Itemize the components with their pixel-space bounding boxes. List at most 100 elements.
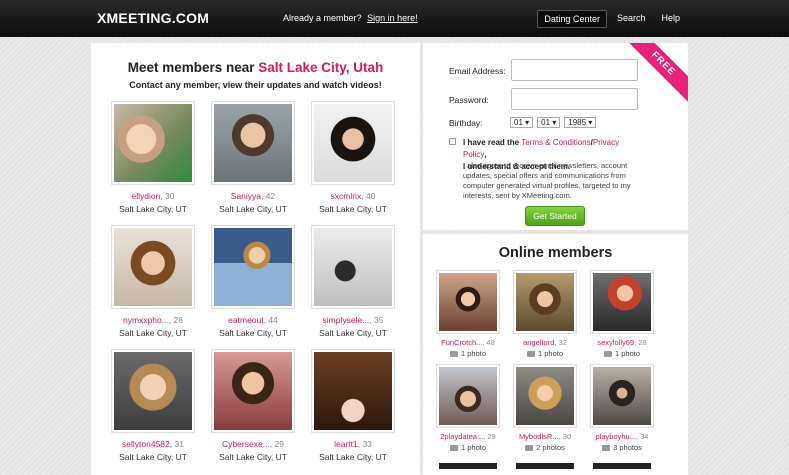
city-name: Salt Lake City, Utah: [258, 60, 384, 75]
birthday-month-select[interactable]: 01 ▾: [510, 117, 534, 128]
member-photo-image: [114, 352, 192, 430]
nav-dating-center[interactable]: Dating Center: [537, 10, 607, 28]
member-card: eatmeout, 44 Salt Lake City, UT: [211, 225, 295, 347]
online-member-age: , 29: [483, 432, 496, 441]
photo-count: 1 photo: [513, 349, 577, 358]
member-name-link[interactable]: leartt1: [334, 439, 358, 449]
member-question: Already a member? Sign in here!: [283, 13, 418, 23]
online-members-panel: Online members FunCrotch..., 48 1 photo …: [423, 234, 688, 475]
member-location: Salt Lake City, UT: [219, 328, 287, 338]
online-member-name-link[interactable]: FunCrotch...: [441, 338, 482, 347]
member-photo-image: [314, 228, 392, 306]
sign-in-link[interactable]: Sign in here!: [367, 13, 418, 23]
member-photo[interactable]: [111, 225, 195, 309]
online-member-photo[interactable]: [513, 364, 577, 428]
camera-icon: [526, 351, 535, 357]
members-near-title: Meet members near Salt Lake City, Utah: [91, 60, 420, 75]
online-member-name-link[interactable]: angelIord: [523, 338, 554, 347]
member-photo[interactable]: [211, 349, 295, 433]
online-member-photo[interactable]: [590, 270, 654, 334]
member-name-link[interactable]: simplysele...: [323, 315, 370, 325]
next-row-photo-edge: [439, 463, 497, 469]
member-photo-image: [214, 352, 292, 430]
online-member-name-link[interactable]: 2playdatea...: [440, 432, 483, 441]
birthday-label: Birthday:: [449, 118, 483, 128]
birthday-year-select[interactable]: 1985 ▾: [564, 117, 597, 128]
member-photo[interactable]: [111, 101, 195, 185]
online-member-card: playboyhu..., 34 3 photos: [590, 364, 654, 452]
online-member-photo[interactable]: [436, 270, 500, 334]
online-member-name-link[interactable]: MybodlsR...: [519, 432, 559, 441]
member-card: leartt1, 33 Salt Lake City, UT: [311, 349, 395, 471]
birthday-selects: 01 ▾ 01 ▾ 1985 ▾: [510, 117, 597, 128]
member-photo[interactable]: [311, 225, 395, 309]
member-location: Salt Lake City, UT: [319, 328, 387, 338]
member-name-link[interactable]: Saniyya: [231, 191, 261, 201]
photo-count-text: 1 photo: [460, 349, 487, 358]
next-row-photo-edge: [516, 463, 574, 469]
get-started-button[interactable]: Get Started: [525, 206, 585, 226]
member-location: Salt Lake City, UT: [319, 204, 387, 214]
member-location: Salt Lake City, UT: [119, 452, 187, 462]
photo-count: 2 photos: [513, 443, 577, 452]
photo-count: 3 photos: [590, 443, 654, 452]
member-age: , 42: [261, 191, 276, 201]
member-name-link[interactable]: ellydion: [131, 191, 160, 201]
online-member-age: , 48: [482, 338, 495, 347]
member-question-text: Already a member?: [283, 13, 362, 23]
member-name-line: Cybersexe..., 29: [211, 439, 295, 449]
camera-icon: [602, 445, 611, 451]
member-photo-image: [314, 104, 392, 182]
member-photo-image: [114, 228, 192, 306]
member-name-line: ellydion, 30: [111, 191, 195, 201]
terms-checkbox[interactable]: [449, 138, 456, 145]
photo-count: 1 photo: [590, 349, 654, 358]
password-field[interactable]: [511, 88, 638, 110]
terms-link[interactable]: Terms & Conditions: [521, 138, 590, 147]
member-photo-image: [314, 352, 392, 430]
member-name-link[interactable]: sxcmlnx: [331, 191, 362, 201]
member-card: ellydion, 30 Salt Lake City, UT: [111, 101, 195, 223]
member-name-link[interactable]: sellyton4582: [122, 439, 170, 449]
member-photo[interactable]: [211, 225, 295, 309]
member-age: , 31: [169, 439, 184, 449]
online-member-name-line: playboyhu..., 34: [590, 432, 654, 441]
top-navigation-bar: XMEETING.COM Already a member? Sign in h…: [0, 0, 789, 37]
site-logo[interactable]: XMEETING.COM: [97, 10, 209, 26]
member-name-link[interactable]: Cybersexe...: [222, 439, 270, 449]
online-member-photo[interactable]: [436, 364, 500, 428]
members-near-subtitle: Contact any member, view their updates a…: [129, 80, 382, 90]
member-name-link[interactable]: eatmeout: [228, 315, 263, 325]
member-location: Salt Lake City, UT: [219, 452, 287, 462]
camera-icon: [449, 351, 458, 357]
member-name-link[interactable]: nymxxpho...: [123, 315, 169, 325]
member-photo[interactable]: [211, 101, 295, 185]
member-photo[interactable]: [311, 349, 395, 433]
photo-count-text: 1 photo: [614, 349, 641, 358]
nav-search[interactable]: Search: [611, 10, 652, 28]
member-name-line: leartt1, 33: [311, 439, 395, 449]
online-member-age: , 30: [558, 432, 572, 441]
next-row-photo-edge: [593, 463, 651, 469]
online-member-age: , 34: [635, 432, 649, 441]
member-age: , 29: [269, 439, 284, 449]
online-member-photo[interactable]: [513, 270, 577, 334]
main-nav: Dating Center Search Help: [537, 10, 686, 28]
online-member-name-link[interactable]: playboyhu...: [596, 432, 636, 441]
online-member-card: sexylolly69, 28 1 photo: [590, 270, 654, 358]
member-photo[interactable]: [111, 349, 195, 433]
online-member-card: MybodlsR..., 30 2 photos: [513, 364, 577, 452]
online-member-name-link[interactable]: sexylolly69: [597, 338, 634, 347]
member-name-line: Saniyya, 42: [211, 191, 295, 201]
member-location: Salt Lake City, UT: [219, 204, 287, 214]
online-member-photo[interactable]: [590, 364, 654, 428]
email-label: Email Address:: [449, 66, 506, 76]
email-field[interactable]: [511, 59, 638, 81]
member-card: nymxxpho..., 28 Salt Lake City, UT: [111, 225, 195, 347]
member-photo[interactable]: [311, 101, 395, 185]
member-photo-image: [114, 104, 192, 182]
birthday-day-select[interactable]: 01 ▾: [537, 117, 561, 128]
nav-help[interactable]: Help: [655, 10, 686, 28]
title-prefix: Meet members near: [127, 60, 255, 75]
member-location: Salt Lake City, UT: [119, 328, 187, 338]
